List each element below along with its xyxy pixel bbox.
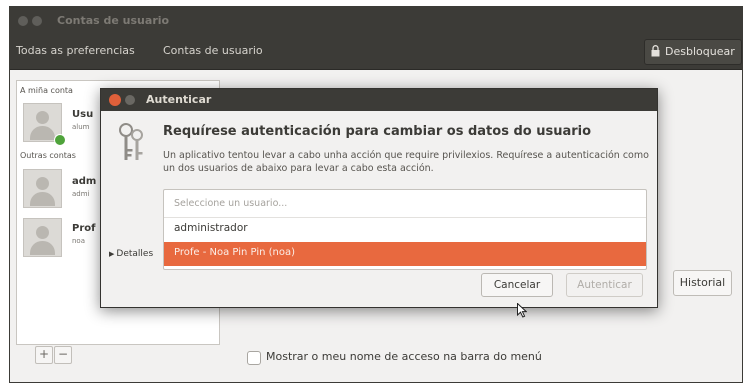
authenticate-button[interactable]: Autenticar bbox=[566, 273, 643, 297]
dialog-titlebar: Autenticar bbox=[101, 89, 657, 111]
user-silhouette-icon bbox=[36, 177, 49, 190]
keys-icon bbox=[119, 123, 143, 160]
add-user-button[interactable]: + bbox=[35, 346, 53, 364]
remove-user-button[interactable]: − bbox=[54, 346, 72, 364]
lock-icon bbox=[651, 45, 660, 57]
user-silhouette-icon bbox=[36, 111, 49, 124]
user-subtitle: admi bbox=[72, 190, 90, 198]
close-window-icon[interactable] bbox=[18, 16, 28, 26]
my-account-heading: A miña conta bbox=[20, 86, 73, 95]
user-subtitle: noa bbox=[72, 237, 86, 245]
details-expander[interactable]: ▶ Detalles bbox=[109, 249, 153, 259]
user-select-dropdown[interactable]: Seleccione un usuario... administrador P… bbox=[163, 189, 647, 318]
show-login-checkbox[interactable] bbox=[247, 351, 261, 365]
user-name[interactable]: Prof bbox=[72, 223, 95, 234]
unlock-label: Desbloquear bbox=[665, 45, 735, 58]
dialog-description: Un aplicativo tentou levar a cabo unha a… bbox=[163, 150, 649, 174]
option-label: administrador bbox=[174, 222, 248, 234]
user-name[interactable]: Usu bbox=[72, 109, 93, 120]
dropdown-option-administrator[interactable]: administrador bbox=[164, 217, 646, 240]
user-subtitle: alum bbox=[72, 123, 90, 131]
details-label: Detalles bbox=[116, 249, 154, 259]
unlock-button[interactable]: Desbloquear bbox=[644, 39, 742, 65]
cancel-button[interactable]: Cancelar bbox=[481, 273, 553, 297]
dropdown-placeholder: Seleccione un usuario... bbox=[174, 198, 288, 209]
breadcrumb-all-settings[interactable]: Todas as preferencias bbox=[16, 44, 135, 57]
minimize-icon[interactable] bbox=[125, 95, 135, 105]
show-login-label: Mostrar o meu nome de acceso na barra do… bbox=[266, 350, 542, 363]
option-label: Profe - Noa Pin Pin (noa) bbox=[174, 247, 296, 258]
avatar[interactable] bbox=[23, 169, 62, 208]
close-icon[interactable] bbox=[109, 94, 121, 106]
dropdown-option-profe[interactable]: Profe - Noa Pin Pin (noa) bbox=[164, 242, 646, 318]
other-accounts-heading: Outras contas bbox=[20, 151, 76, 160]
avatar[interactable] bbox=[23, 218, 62, 257]
user-name[interactable]: adm bbox=[72, 176, 96, 187]
expander-arrow-icon: ▶ bbox=[109, 250, 115, 258]
minimize-window-icon[interactable] bbox=[32, 16, 42, 26]
history-button[interactable]: Historial bbox=[673, 270, 732, 296]
authentication-dialog: Autenticar Requírese autenticación para … bbox=[100, 88, 658, 318]
window-titlebar: Contas de usuario bbox=[10, 7, 742, 35]
window-title: Contas de usuario bbox=[57, 14, 170, 27]
dialog-title: Autenticar bbox=[146, 93, 212, 106]
user-silhouette-icon bbox=[36, 226, 49, 239]
toolbar: Todas as preferencias Contas de usuario … bbox=[10, 35, 742, 70]
breadcrumb-user-accounts[interactable]: Contas de usuario bbox=[163, 44, 263, 57]
dialog-heading: Requírese autenticación para cambiar os … bbox=[163, 124, 592, 139]
online-status-badge bbox=[54, 134, 66, 146]
mouse-cursor-icon bbox=[517, 303, 527, 318]
